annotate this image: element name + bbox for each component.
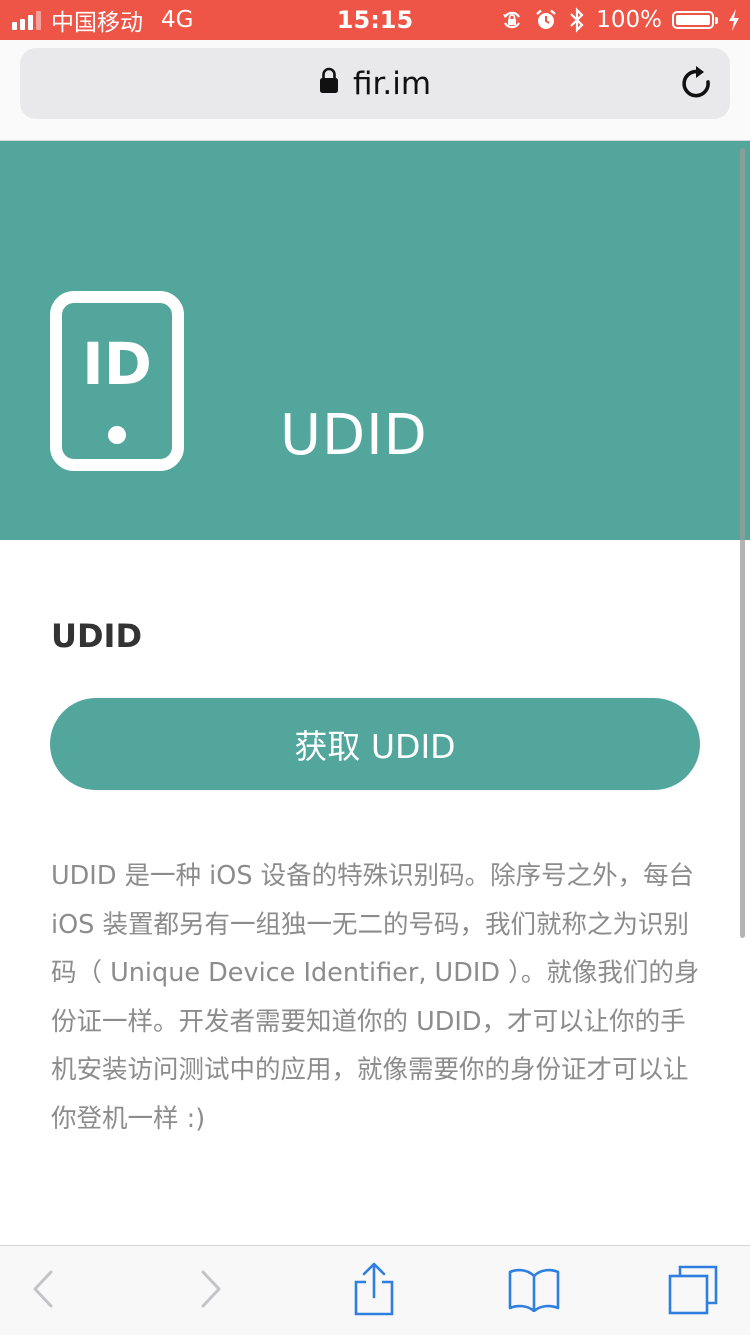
- back-icon: [31, 1269, 55, 1313]
- battery-percent: 100%: [596, 7, 662, 33]
- tabs-button[interactable]: [653, 1246, 733, 1335]
- forward-icon: [199, 1269, 223, 1313]
- page-scrollbar[interactable]: [740, 148, 745, 938]
- id-icon-text: ID: [82, 330, 152, 398]
- udid-description: UDID 是一种 iOS 设备的特殊识别码。除序号之外，每台 iOS 装置都另有…: [51, 861, 700, 1134]
- status-bar: 中国移动 4G 15:15 100%: [0, 0, 750, 40]
- bookmarks-button[interactable]: [494, 1246, 574, 1335]
- share-button[interactable]: [334, 1246, 414, 1335]
- browser-toolbar: [0, 1245, 750, 1335]
- orientation-lock-icon: [500, 8, 524, 32]
- bookmarks-icon: [507, 1266, 561, 1316]
- id-device-icon: ID: [50, 291, 184, 475]
- address-content[interactable]: fir.im: [20, 48, 730, 119]
- tabs-icon: [667, 1263, 719, 1319]
- alarm-icon: [534, 8, 558, 32]
- charging-icon: [728, 9, 740, 31]
- url-text[interactable]: fir.im: [353, 66, 431, 102]
- forward-button[interactable]: [171, 1246, 251, 1335]
- address-bar[interactable]: fir.im: [20, 48, 730, 119]
- browser-address-area: fir.im: [0, 40, 750, 141]
- back-button[interactable]: [3, 1246, 83, 1335]
- section-title: UDID: [51, 617, 143, 655]
- hero-title: UDID: [280, 403, 428, 468]
- lock-icon: [319, 66, 339, 102]
- get-udid-button[interactable]: 获取 UDID: [50, 698, 700, 790]
- battery-icon: [672, 11, 718, 29]
- reload-icon[interactable]: [678, 64, 716, 108]
- hero-banner: ID UDID: [0, 141, 750, 540]
- share-icon: [353, 1262, 395, 1320]
- battery-fill: [676, 15, 710, 25]
- bluetooth-icon: [568, 7, 586, 33]
- status-right: 100%: [500, 0, 740, 40]
